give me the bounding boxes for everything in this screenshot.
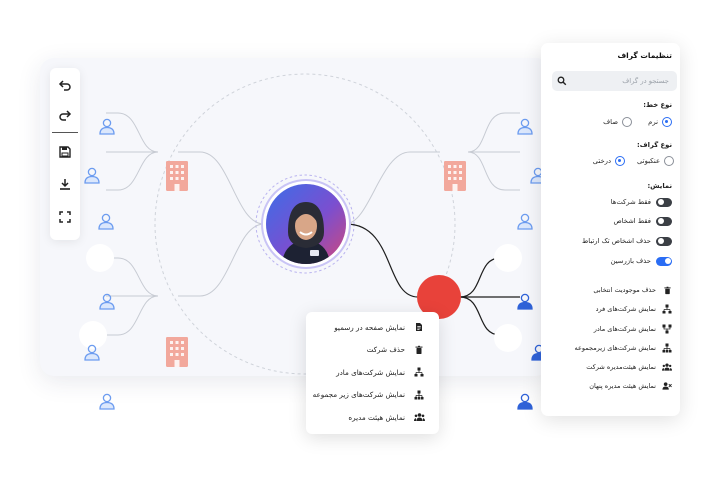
graph-search-field[interactable]: [552, 71, 677, 91]
toggle-label: حذف اشخاص تک ارتباط: [581, 237, 651, 245]
panel-title: تنظیمات گراف: [617, 51, 672, 60]
radio-label: درختی: [592, 157, 611, 165]
download-button[interactable]: [54, 173, 76, 195]
person-icon[interactable]: [98, 213, 114, 230]
people-icon: [413, 411, 425, 423]
action-show-hidden-board[interactable]: نمایش هیئت مدیره پنهان: [589, 380, 672, 392]
graph-type-tree-radio[interactable]: درختی: [593, 155, 625, 167]
radio-unselected: [622, 117, 632, 127]
graph-settings-panel: تنظیمات گراف نوع خط: نرم صاف نوع گراف: ع…: [541, 43, 680, 416]
trash-icon: [413, 344, 425, 356]
action-label: نمایش شرکت‌های مادر: [593, 325, 656, 333]
person-icon[interactable]: [517, 293, 533, 310]
building-icon[interactable]: [444, 161, 466, 191]
action-label: نمایش هیئت مدیره پنهان: [589, 382, 656, 390]
action-show-subsidiaries[interactable]: نمایش شرکت‌های زیرمجموعه: [575, 342, 672, 354]
toggle-switch[interactable]: [656, 256, 672, 266]
ctx-delete-company[interactable]: حذف شرکت: [306, 339, 439, 362]
graph-type-label: نوع گراف:: [637, 141, 672, 149]
trash-icon: [662, 285, 672, 295]
hierarchy-up-icon: [662, 324, 672, 334]
toggle-switch[interactable]: [656, 236, 672, 246]
toggle-switch[interactable]: [656, 197, 672, 207]
person-icon[interactable]: [99, 393, 115, 410]
fullscreen-icon: [59, 211, 71, 223]
ctx-label: نمایش شرکت‌های مادر: [336, 367, 405, 377]
people-icon: [662, 362, 672, 372]
hierarchy-down-icon: [413, 389, 425, 401]
action-label: نمایش شرکت‌های فرد: [595, 305, 656, 313]
hierarchy-icon: [662, 304, 672, 314]
person-icon[interactable]: [99, 118, 115, 135]
search-input[interactable]: [574, 73, 669, 89]
toggle-label: حذف بازرسین: [610, 257, 651, 265]
ctx-show-board[interactable]: نمایش هیئت مدیره: [306, 406, 439, 429]
ctx-show-parents[interactable]: نمایش شرکت‌های مادر: [306, 361, 439, 384]
action-label: نمایش شرکت‌های زیرمجموعه: [574, 344, 656, 352]
toggle-switch[interactable]: [656, 216, 672, 226]
person-icon[interactable]: [517, 118, 533, 135]
search-icon: [557, 76, 567, 86]
hierarchy-down-icon: [662, 343, 672, 353]
node-context-menu: نمایش صفحه در رسمیو حذف شرکت نمایش شرکت‌…: [306, 312, 439, 434]
action-label: حذف موجودیت انتخابی: [593, 286, 656, 294]
action-label: نمایش هیئت‌مدیره شرکت: [586, 363, 656, 371]
radio-label: صاف: [603, 118, 618, 126]
action-show-person-companies[interactable]: نمایش شرکت‌های فرد: [596, 303, 672, 315]
avatar[interactable]: [266, 184, 346, 264]
ctx-label: نمایش صفحه در رسمیو: [334, 322, 405, 332]
display-label: نمایش:: [647, 182, 672, 190]
radio-selected: [662, 117, 672, 127]
toggle-remove-single-link[interactable]: حذف اشخاص تک ارتباط: [582, 235, 672, 247]
building-icon[interactable]: [166, 337, 188, 367]
redo-icon: [59, 110, 72, 121]
ctx-label: حذف شرکت: [366, 345, 405, 355]
line-type-straight-radio[interactable]: صاف: [603, 116, 632, 128]
undo-icon: [58, 80, 71, 91]
person-icon[interactable]: [517, 393, 533, 410]
graph-toolbar: [50, 68, 80, 240]
graph-type-spider-radio[interactable]: عنکبوتی: [637, 155, 674, 167]
radio-unselected: [664, 156, 674, 166]
fullscreen-button[interactable]: [54, 206, 76, 228]
save-button[interactable]: [54, 141, 76, 163]
action-show-parent-companies[interactable]: نمایش شرکت‌های مادر: [594, 323, 672, 335]
toolbar-divider: [52, 132, 78, 133]
line-type-smooth-radio[interactable]: نرم: [648, 116, 672, 128]
ctx-label: نمایش شرکت‌های زیر مجموعه: [312, 390, 405, 400]
line-type-label: نوع خط:: [643, 101, 672, 109]
hierarchy-up-icon: [413, 366, 425, 378]
person-icon[interactable]: [99, 293, 115, 310]
person-icon[interactable]: [517, 213, 533, 230]
undo-button[interactable]: [54, 74, 76, 96]
toggle-label: فقط اشخاص: [613, 217, 651, 225]
radio-selected: [615, 156, 625, 166]
toggle-label: فقط شرکت‌ها: [610, 198, 651, 206]
redo-button[interactable]: [54, 104, 76, 126]
radio-label: نرم: [648, 118, 658, 126]
download-icon: [60, 179, 70, 190]
toggle-persons-only[interactable]: فقط اشخاص: [613, 215, 672, 227]
toggle-remove-inspectors[interactable]: حذف بازرسین: [611, 255, 672, 267]
ctx-show-subsidiaries[interactable]: نمایش شرکت‌های زیر مجموعه: [306, 384, 439, 407]
people-hidden-icon: [662, 381, 672, 391]
person-icon[interactable]: [84, 167, 100, 184]
save-icon: [59, 146, 71, 158]
ctx-show-page[interactable]: نمایش صفحه در رسمیو: [306, 316, 439, 339]
action-show-board[interactable]: نمایش هیئت‌مدیره شرکت: [586, 361, 672, 373]
document-icon: [413, 321, 425, 333]
person-photo: [282, 202, 330, 264]
action-delete-selected[interactable]: حذف موجودیت انتخابی: [593, 284, 672, 296]
toggle-companies-only[interactable]: فقط شرکت‌ها: [611, 196, 672, 208]
ctx-label: نمایش هیئت مدیره: [348, 412, 405, 422]
building-icon[interactable]: [166, 161, 188, 191]
radio-label: عنکبوتی: [637, 157, 660, 165]
